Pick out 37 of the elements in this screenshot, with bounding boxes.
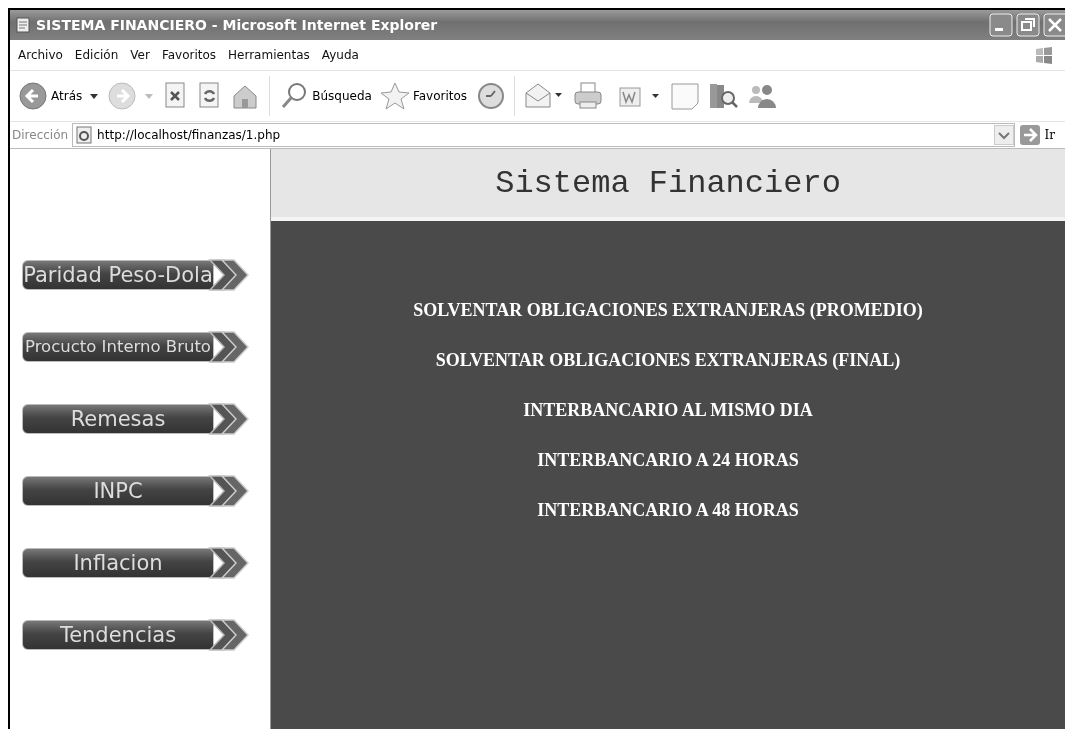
- address-field[interactable]: http://localhost/finanzas/1.php: [72, 123, 1015, 147]
- close-icon[interactable]: [1043, 13, 1065, 37]
- toolbar-label[interactable]: Búsqueda: [312, 89, 372, 103]
- window-title: SISTEMA FINANCIERO - Microsoft Internet Explorer: [36, 17, 438, 33]
- page-icon: [14, 16, 32, 34]
- double-chevron-icon: [208, 545, 252, 581]
- menu-link[interactable]: SOLVENTAR OBLIGACIONES EXTRANJERAS (FINAL): [435, 349, 901, 372]
- printer-icon[interactable]: [572, 81, 605, 111]
- restore-icon[interactable]: [1016, 13, 1040, 37]
- dropdown-chevron-icon[interactable]: [993, 125, 1014, 145]
- menu-item[interactable]: Ayuda: [317, 48, 367, 62]
- minimize-icon[interactable]: [989, 13, 1013, 37]
- windows-logo-icon: [1033, 44, 1055, 66]
- menu-link[interactable]: SOLVENTAR OBLIGACIONES EXTRANJERAS (PROMEDIO): [413, 299, 923, 322]
- menu-item[interactable]: Edición: [70, 48, 127, 62]
- double-chevron-icon: [208, 617, 252, 653]
- go-button[interactable]: Ir: [1018, 124, 1061, 146]
- page-header: Sistema Financiero: [271, 149, 1065, 221]
- menu-item[interactable]: Ver: [126, 48, 158, 62]
- menu-link[interactable]: INTERBANCARIO A 24 HORAS: [537, 449, 799, 472]
- star-icon[interactable]: [379, 81, 410, 111]
- toolbar-label[interactable]: Atrás: [51, 89, 83, 103]
- envelope-icon[interactable]: [524, 81, 565, 111]
- ie-page-icon: [75, 126, 94, 144]
- double-chevron-icon: [208, 401, 252, 437]
- toolbar-label[interactable]: Favoritos: [412, 89, 468, 103]
- double-chevron-icon: [208, 329, 252, 365]
- double-chevron-icon: [208, 473, 252, 509]
- menu-item[interactable]: Favoritos: [157, 48, 225, 62]
- dropdown-caret-icon[interactable]: [89, 92, 100, 100]
- menu-item[interactable]: Archivo: [14, 48, 71, 62]
- books-magnifier-icon[interactable]: [708, 81, 739, 111]
- history-clock-icon[interactable]: [475, 81, 506, 111]
- menu-item[interactable]: Herramientas: [224, 48, 318, 62]
- menu-link[interactable]: INTERBANCARIO A 48 HORAS: [537, 499, 799, 522]
- address-label: Dirección: [12, 128, 69, 142]
- menu-link[interactable]: INTERBANCARIO AL MISMO DIA: [523, 399, 813, 422]
